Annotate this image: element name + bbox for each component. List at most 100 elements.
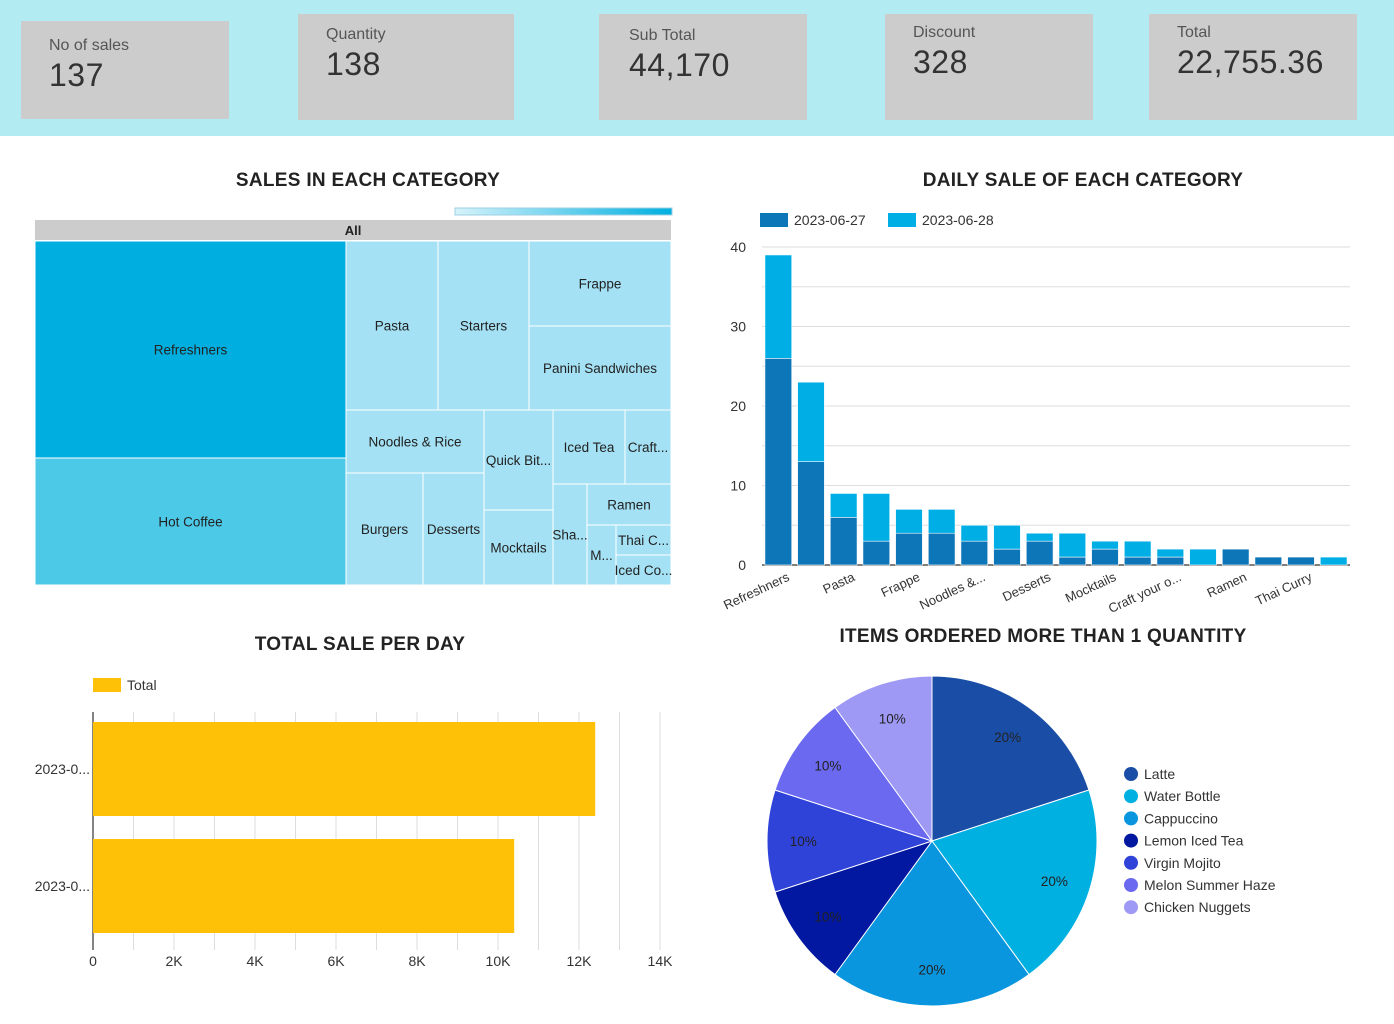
stacked-bar-segment bbox=[993, 524, 1021, 550]
stacked-bar-chart: 0 10 20 30 40 Refreshners Pasta FrappeNoodles &… bbox=[721, 239, 1350, 616]
kpi-band: No of sales 137 Quantity 138 Sub Total 4… bbox=[0, 0, 1394, 136]
pie-slice-label: 20% bbox=[1041, 874, 1068, 889]
pie-legend-swatch bbox=[1124, 789, 1138, 804]
treemap-chart: All Refreshners Hot Coffee Pasta Starters Fra… bbox=[34, 207, 673, 586]
x-tick-label: Craft your o... bbox=[1106, 569, 1184, 616]
pie-legend-label: Virgin Mojito bbox=[1144, 855, 1221, 871]
stacked-bar-segment bbox=[1319, 556, 1348, 566]
pie-legend-label: Melon Summer Haze bbox=[1144, 877, 1276, 893]
kpi-card-subtotal: Sub Total 44,170 bbox=[599, 14, 807, 120]
pie-legend-label: Water Bottle bbox=[1144, 788, 1221, 804]
pie-slice-label: 20% bbox=[994, 730, 1021, 745]
pie-legend-label: Cappuccino bbox=[1144, 810, 1218, 826]
stacked-bar-segment bbox=[960, 540, 989, 566]
treemap-tile: Iced Co... bbox=[615, 554, 673, 586]
treemap-tile: Refreshners bbox=[34, 240, 347, 459]
pie-legend-swatch bbox=[1124, 878, 1138, 892]
legend-label: 2023-06-27 bbox=[794, 212, 866, 228]
hbar-bar bbox=[93, 839, 515, 933]
stacked-bar-title: DAILY SALE OF EACH CATEGORY bbox=[922, 170, 1244, 191]
stacked-bar-legend-item: 2023-06-28 bbox=[888, 212, 994, 228]
y-tick-label: 40 bbox=[730, 239, 746, 255]
y-tick-label: 20 bbox=[730, 398, 746, 414]
stacked-bar-segment bbox=[764, 254, 793, 359]
kpi-label: Sub Total bbox=[629, 27, 696, 44]
stacked-bar-segment bbox=[1221, 548, 1250, 566]
kpi-value: 138 bbox=[326, 46, 381, 82]
stacked-bar-segment bbox=[1091, 540, 1119, 550]
treemap-tile: Starters bbox=[437, 240, 530, 411]
kpi-value: 137 bbox=[49, 57, 104, 93]
color-scale-bar bbox=[454, 207, 673, 216]
x-tick-label: Desserts bbox=[1000, 569, 1053, 604]
stacked-bar-segment bbox=[993, 548, 1021, 566]
x-tick-label: Ramen bbox=[1205, 569, 1249, 600]
treemap-tile-label: Frappe bbox=[579, 277, 622, 292]
x-tick-label: 10K bbox=[486, 953, 512, 969]
x-tick-label: 6K bbox=[327, 953, 345, 969]
treemap-title: SALES IN EACH CATEGORY bbox=[235, 170, 501, 191]
x-tick-label: Thai Curry bbox=[1253, 569, 1315, 608]
stacked-bar-segment bbox=[1025, 540, 1054, 566]
treemap-tile: Craft... bbox=[624, 409, 672, 485]
treemap-tile-label: M... bbox=[590, 548, 613, 563]
legend-swatch bbox=[760, 213, 788, 227]
pie-legend-swatch bbox=[1124, 855, 1138, 870]
treemap-tile-label: Iced Co... bbox=[615, 563, 673, 578]
legend-label: 2023-06-28 bbox=[922, 212, 994, 228]
treemap-tile-label: Pasta bbox=[375, 319, 410, 334]
pie-legend-swatch bbox=[1124, 833, 1138, 848]
stacked-bar-segment bbox=[1091, 548, 1119, 566]
treemap-tile-label: Quick Bit... bbox=[486, 453, 551, 468]
pie-slice-label: 10% bbox=[814, 910, 841, 925]
treemap-tile-label: Starters bbox=[460, 319, 508, 334]
stacked-bar-segment bbox=[1123, 556, 1152, 566]
treemap-tile-label: Burgers bbox=[361, 522, 409, 537]
treemap-tile: Frappe bbox=[528, 240, 672, 327]
stacked-bar-segment bbox=[1025, 532, 1054, 542]
kpi-label: Discount bbox=[913, 24, 976, 41]
stacked-bar-segment bbox=[797, 381, 825, 462]
treemap-tile-label: Sha... bbox=[552, 528, 587, 543]
stacked-bar-segment bbox=[927, 509, 956, 534]
kpi-card-total: Total 22,755.36 bbox=[1149, 14, 1357, 120]
pie-slice-label: 10% bbox=[814, 758, 841, 773]
kpi-card-quantity: Quantity 138 bbox=[298, 14, 514, 120]
legend-swatch bbox=[888, 213, 916, 227]
pie-legend-swatch bbox=[1124, 767, 1138, 781]
stacked-bar-segment bbox=[1156, 556, 1185, 566]
hbar-bar bbox=[93, 722, 596, 816]
kpi-value: 44,170 bbox=[629, 47, 730, 83]
stacked-bar-segment bbox=[829, 493, 858, 518]
stacked-bar-segment bbox=[1058, 556, 1087, 566]
pie-slice-label: 20% bbox=[918, 963, 945, 978]
treemap-root-label: All bbox=[345, 223, 362, 238]
y-tick-label: 0 bbox=[738, 557, 746, 573]
pie-legend-label: Lemon Iced Tea bbox=[1144, 833, 1244, 849]
treemap-tile-label: Hot Coffee bbox=[158, 515, 222, 530]
treemap-tile: Iced Tea bbox=[552, 409, 626, 485]
kpi-label: Total bbox=[1177, 24, 1211, 41]
kpi-value: 22,755.36 bbox=[1177, 44, 1324, 80]
stacked-bar-segment bbox=[895, 509, 923, 534]
kpi-label: No of sales bbox=[49, 37, 130, 54]
treemap-tile-label: Panini Sandwiches bbox=[543, 361, 657, 376]
treemap-tile-label: Mocktails bbox=[490, 541, 547, 556]
pie-legend-swatch bbox=[1124, 900, 1138, 915]
stacked-bar-segment bbox=[1123, 540, 1152, 558]
treemap-tile: Thai C... bbox=[615, 524, 672, 556]
stacked-bar-segment bbox=[927, 532, 956, 566]
stacked-bar-segment bbox=[960, 524, 989, 542]
pie-slice-label: 10% bbox=[879, 712, 906, 727]
treemap-tile: Hot Coffee bbox=[34, 457, 347, 586]
treemap-tile-label: Thai C... bbox=[618, 533, 669, 548]
treemap-tile: Pasta bbox=[345, 240, 439, 411]
x-tick-label: 0 bbox=[89, 953, 97, 969]
stacked-bar-segment bbox=[895, 532, 923, 566]
treemap-tile-label: Ramen bbox=[607, 498, 651, 513]
y-tick-label: 2023-0... bbox=[35, 878, 90, 894]
pie-legend-swatch bbox=[1124, 811, 1138, 826]
hbar-chart: 0 2K 4K 6K 8K 10K 12K 14K 2023-0... 2023-0... bbox=[35, 712, 673, 969]
stacked-bar-segment bbox=[1254, 556, 1283, 566]
treemap-tile: Desserts bbox=[422, 472, 485, 586]
